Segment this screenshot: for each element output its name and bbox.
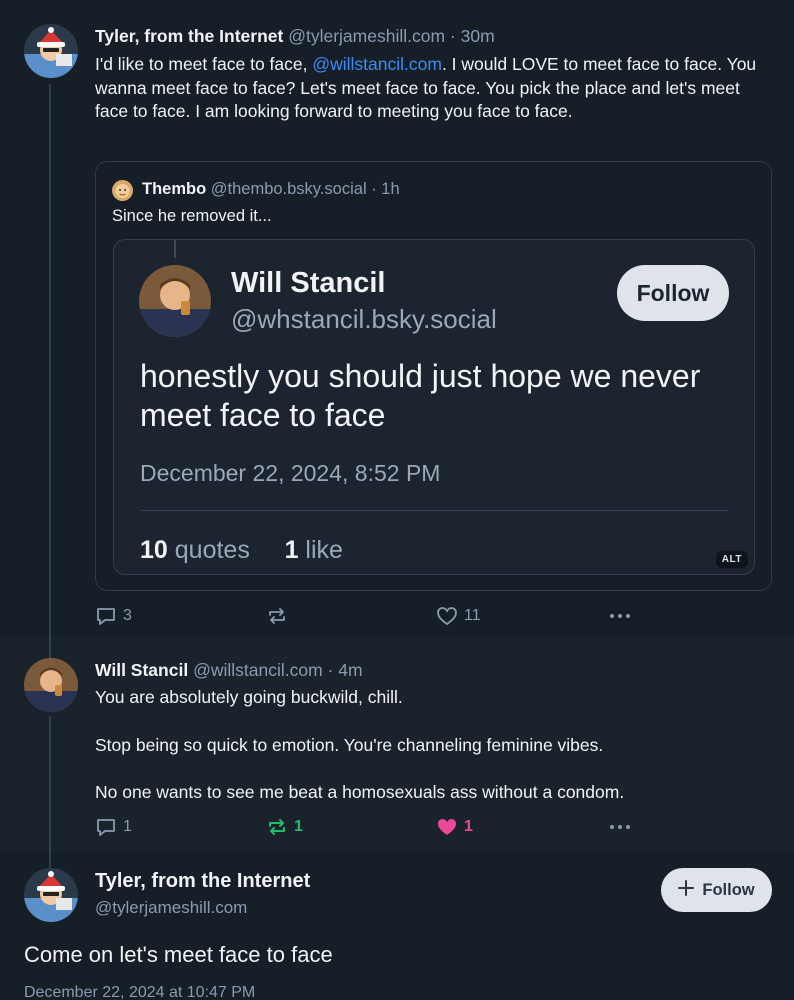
post-time[interactable]: 30m [461,26,495,46]
post-will-stancil: Will Stancil @willstancil.com · 4m You a… [0,636,794,850]
post-text-start: I'd like to meet face to face, [95,54,313,74]
plus-icon [678,879,695,901]
follow-button[interactable]: Follow [661,868,772,912]
quote-author-handle[interactable]: @thembo.bsky.social [211,180,367,198]
quotes-count: 10 [140,536,168,564]
post-header: Tyler, from the Internet @tylerjameshill… [95,26,495,47]
quotes-label: quotes [174,536,250,564]
like-icon [436,605,458,627]
post-time[interactable]: 4m [338,660,362,680]
quote-image[interactable]: Will Stancil @whstancil.bsky.social Foll… [113,239,755,575]
post-text: I'd like to meet face to face, @willstan… [95,53,765,124]
avatar-will-stancil[interactable] [24,658,78,712]
reply-button[interactable]: 3 [95,605,132,627]
post-text-paragraph: No one wants to see me beat a homosexual… [95,782,625,802]
author-name[interactable]: Tyler, from the Internet [95,870,310,893]
repost-icon [266,816,288,838]
screenshot-author-name: Will Stancil [231,267,386,299]
thread-line [174,240,176,258]
separator: · [449,26,456,46]
author-handle[interactable]: @tylerjameshill.com [288,26,445,46]
thread-line [49,636,51,658]
quote-text: Since he removed it... [112,207,272,225]
author-name[interactable]: Tyler, from the Internet [95,26,283,46]
post-header: Will Stancil @willstancil.com · 4m [95,660,363,681]
quote-header: Thembo @thembo.bsky.social · 1h [142,180,400,199]
post-text-paragraph: Stop being so quick to emotion. You're c… [95,735,604,755]
like-count: 1 [464,818,473,835]
thread-line [49,850,51,868]
post-tyler-focused: Tyler, from the Internet @tylerjameshill… [0,850,794,1000]
repost-button[interactable] [266,605,294,627]
avatar-thembo[interactable] [112,180,133,201]
reply-count: 1 [123,818,132,835]
like-button[interactable]: 11 [436,605,481,627]
post-tyler-1: Tyler, from the Internet @tylerjameshill… [0,0,794,636]
more-icon [608,605,632,627]
post-text: Come on let's meet face to face [24,942,333,967]
quote-embed[interactable]: Thembo @thembo.bsky.social · 1h Since he… [95,161,772,591]
avatar-tyler[interactable] [24,868,78,922]
like-icon [436,816,458,838]
screenshot-post-text: honestly you should just hope we never m… [140,358,701,433]
repost-count: 1 [294,818,303,835]
repost-button[interactable]: 1 [266,816,303,838]
screenshot-stats: 10 quotes 1 like [140,536,343,565]
screenshot-author-handle: @whstancil.bsky.social [231,304,497,334]
reply-icon [95,605,117,627]
post-text-paragraph: You are absolutely going buckwild, chill… [95,687,403,707]
post-actions: 1 1 1 [95,816,655,840]
post-actions: 3 11 [95,605,655,629]
more-options-button[interactable] [608,816,632,838]
thread-line [49,716,51,850]
screenshot-follow-button: Follow [617,265,729,321]
follow-label: Follow [702,880,755,899]
avatar-tyler[interactable] [24,24,78,78]
post-date: December 22, 2024 at 10:47 PM [24,984,256,1000]
alt-text-badge[interactable]: ALT [715,551,748,568]
author-handle[interactable]: @tylerjameshill.com [95,898,247,918]
quote-time: 1h [381,180,400,198]
reply-count: 3 [123,607,132,624]
more-options-button[interactable] [608,605,632,627]
more-icon [608,816,632,838]
author-handle[interactable]: @willstancil.com [193,660,323,680]
reply-button[interactable]: 1 [95,816,132,838]
likes-count: 1 [284,536,299,564]
quote-author-name[interactable]: Thembo [142,180,206,198]
author-name[interactable]: Will Stancil [95,660,188,680]
like-count: 11 [464,607,481,624]
avatar-will-stancil [139,265,211,337]
likes-label: like [305,536,343,564]
repost-icon [266,605,288,627]
reply-icon [95,816,117,838]
like-button[interactable]: 1 [436,816,473,838]
divider [140,510,728,511]
separator: · [371,180,377,198]
screenshot-date: December 22, 2024, 8:52 PM [140,460,441,486]
mention-link[interactable]: @willstancil.com [312,54,442,74]
separator: · [327,660,334,680]
thread-line [49,84,51,636]
